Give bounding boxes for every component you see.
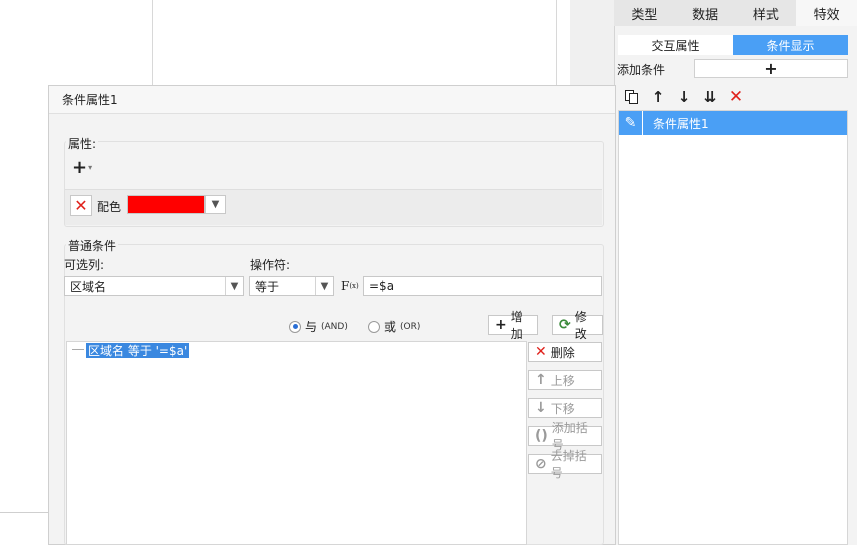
- bracket-icon: (): [535, 428, 548, 444]
- radio-and[interactable]: 与 (AND): [289, 318, 348, 335]
- radio-and-sublabel: (AND): [321, 321, 348, 332]
- column-label: 可选列:: [64, 258, 105, 272]
- delete-condition-button[interactable]: ✕ 删除: [528, 342, 602, 362]
- attribute-group-label: 属性:: [66, 135, 99, 152]
- radio-dot: [368, 320, 380, 333]
- move-up-button[interactable]: ↑ 上移: [528, 370, 602, 390]
- condition-list: ✎ 条件属性1: [618, 110, 848, 545]
- tab-data[interactable]: 数据: [675, 0, 736, 26]
- color-label: 配色: [97, 200, 122, 214]
- color-dropdown-icon[interactable]: ▼: [205, 195, 226, 214]
- copy-icon[interactable]: [622, 87, 642, 107]
- arrow-down-icon: ↓: [535, 400, 547, 416]
- effects-subtabs: 交互属性 条件显示: [618, 35, 848, 55]
- delete-button-label: 删除: [550, 345, 575, 360]
- radio-or-sublabel: (OR): [400, 321, 421, 332]
- operator-label: 操作符:: [250, 258, 291, 272]
- condition-toolbar: ↑ ↓ ⇊ ✕: [618, 86, 848, 108]
- remove-bracket-button[interactable]: ⊘ 去掉括号: [528, 449, 602, 480]
- move-up-label: 上移: [550, 373, 575, 388]
- column-select[interactable]: 区域名 ▼: [64, 276, 244, 296]
- properties-tabs: 类型 数据 样式 特效: [614, 0, 857, 26]
- add-condition-entry-button[interactable]: + 增加: [488, 310, 538, 341]
- condition-list-item[interactable]: ✎ 条件属性1: [619, 111, 847, 135]
- canvas-bottom-strip: [0, 512, 48, 545]
- chevron-down-icon: ▼: [225, 277, 243, 295]
- arrow-up-icon[interactable]: ↑: [648, 87, 668, 107]
- plus-icon: +: [495, 317, 507, 333]
- operator-select-value: 等于: [255, 279, 280, 294]
- remove-bracket-label: 去掉括号: [550, 449, 587, 480]
- color-swatch[interactable]: [127, 195, 205, 214]
- pencil-icon[interactable]: ✎: [619, 111, 643, 135]
- tab-style[interactable]: 样式: [736, 0, 797, 26]
- condition-expression-item[interactable]: 区域名 等于 '=$a': [86, 343, 190, 358]
- radio-or[interactable]: 或 (OR): [368, 318, 420, 335]
- column-select-value: 区域名: [70, 279, 107, 294]
- arrow-up-icon: ↑: [535, 372, 547, 388]
- operator-select[interactable]: 等于 ▼: [249, 276, 334, 296]
- move-down-button[interactable]: ↓ 下移: [528, 398, 602, 418]
- radio-dot-selected: [289, 320, 301, 333]
- condition-group-label: 普通条件: [66, 237, 119, 254]
- condition-expression-list: [66, 341, 527, 545]
- add-bracket-button[interactable]: () 添加括号: [528, 421, 602, 452]
- radio-and-label: 与: [305, 320, 318, 334]
- edit-icon: ⟳: [559, 317, 571, 333]
- dropdown-arrow-icon: ▾: [88, 162, 93, 172]
- add-attribute-button[interactable]: + ▾: [72, 156, 102, 178]
- value-input[interactable]: =$a: [363, 276, 602, 296]
- edit-condition-button[interactable]: ⟳ 修改: [552, 310, 603, 341]
- move-down-label: 下移: [550, 401, 575, 416]
- canvas-divider: [556, 0, 557, 86]
- subtab-conditional-display[interactable]: 条件显示: [733, 35, 848, 55]
- add-condition-label: 添加条件: [617, 63, 666, 77]
- delete-icon[interactable]: ✕: [726, 87, 746, 107]
- move-to-bottom-icon[interactable]: ⇊: [700, 87, 720, 107]
- dialog-title: 条件属性1: [49, 86, 615, 114]
- close-icon: ✕: [535, 344, 547, 360]
- subtab-interaction[interactable]: 交互属性: [618, 35, 733, 55]
- arrow-down-icon[interactable]: ↓: [674, 87, 694, 107]
- tab-type[interactable]: 类型: [614, 0, 675, 26]
- formula-icon[interactable]: F (x): [341, 276, 361, 296]
- tab-effects[interactable]: 特效: [796, 0, 857, 26]
- add-condition-button[interactable]: +: [694, 59, 848, 78]
- canvas-scroll-area: [570, 0, 614, 86]
- plus-icon: +: [72, 156, 88, 178]
- condition-list-item-label: 条件属性1: [653, 116, 709, 131]
- tree-connector: [72, 349, 84, 350]
- radio-or-label: 或: [384, 320, 397, 334]
- chevron-down-icon: ▼: [315, 277, 333, 295]
- edit-button-label: 修改: [574, 310, 587, 341]
- remove-attribute-button[interactable]: ✕: [70, 195, 92, 216]
- add-button-label: 增加: [510, 310, 523, 341]
- canvas-divider: [152, 0, 153, 86]
- remove-bracket-icon: ⊘: [535, 456, 547, 472]
